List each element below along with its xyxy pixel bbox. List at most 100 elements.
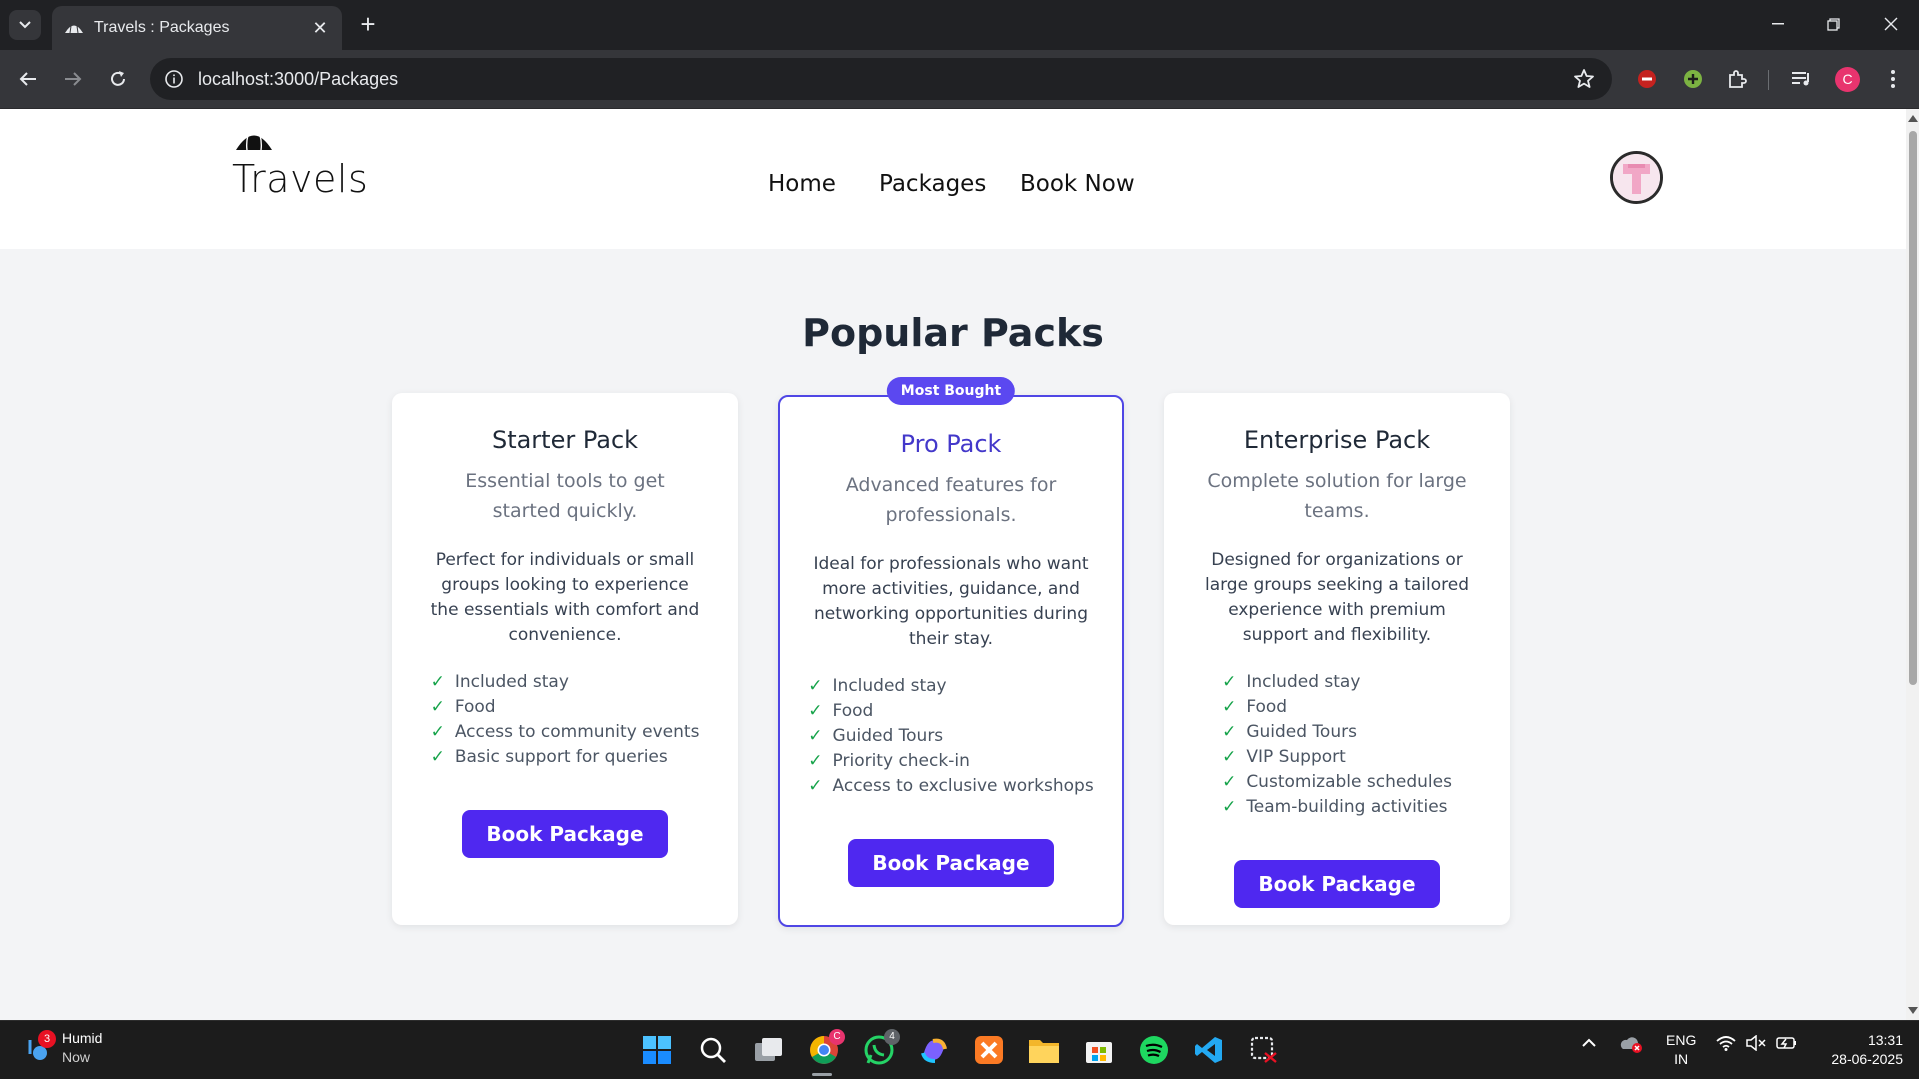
site-logo[interactable]: Travels bbox=[232, 129, 368, 209]
extensions-puzzle-icon[interactable] bbox=[1724, 66, 1750, 92]
windows-taskbar: 3 Humid Now C 4 ENG IN 13:31 28-06-2025 bbox=[0, 1020, 1919, 1079]
feature-item: ✓ Customizable schedules bbox=[1222, 772, 1452, 792]
search-icon[interactable] bbox=[696, 1033, 730, 1067]
task-view-icon[interactable] bbox=[752, 1033, 786, 1067]
onedrive-error-icon[interactable] bbox=[1619, 1035, 1643, 1056]
whatsapp-badge: 4 bbox=[884, 1029, 900, 1045]
package-card-starter: Starter Pack Essential tools to get star… bbox=[392, 393, 738, 925]
avatar-image bbox=[1613, 154, 1660, 201]
check-icon: ✓ bbox=[1222, 697, 1237, 717]
weather-widget[interactable]: 3 Humid Now bbox=[20, 1029, 102, 1067]
feature-item: ✓ Included stay bbox=[1222, 672, 1361, 692]
feature-item: ✓ Priority check-in bbox=[808, 751, 970, 771]
extension-blocker-icon[interactable] bbox=[1634, 66, 1660, 92]
check-icon: ✓ bbox=[430, 672, 445, 692]
toolbar-divider bbox=[1768, 70, 1769, 90]
battery-charging-icon[interactable] bbox=[1776, 1035, 1798, 1054]
clock-date: 28-06-2025 bbox=[1831, 1051, 1903, 1067]
scroll-down-arrow-icon[interactable] bbox=[1908, 1007, 1918, 1014]
check-icon: ✓ bbox=[808, 751, 823, 771]
card-title: Enterprise Pack bbox=[1243, 426, 1431, 454]
language-indicator[interactable]: ENG IN bbox=[1666, 1031, 1696, 1069]
keyboard-region: IN bbox=[1674, 1051, 1689, 1067]
page-scrollbar[interactable] bbox=[1906, 109, 1919, 1020]
scroll-thumb[interactable] bbox=[1909, 131, 1917, 685]
clock-time: 13:31 bbox=[1867, 1032, 1903, 1048]
section-title: Popular Packs bbox=[802, 311, 1104, 355]
chrome-profile-badge: C bbox=[829, 1029, 845, 1045]
wifi-icon[interactable] bbox=[1716, 1035, 1736, 1054]
nav-home[interactable]: Home bbox=[768, 171, 836, 197]
back-button[interactable] bbox=[11, 62, 45, 96]
vscode-icon[interactable] bbox=[1192, 1033, 1226, 1067]
file-explorer-icon[interactable] bbox=[1027, 1033, 1061, 1067]
card-subtitle: Advanced features for professionals. bbox=[845, 474, 1057, 526]
check-icon: ✓ bbox=[430, 747, 445, 767]
check-icon: ✓ bbox=[808, 776, 823, 796]
spotify-icon[interactable] bbox=[1137, 1033, 1171, 1067]
whatsapp-icon[interactable]: 4 bbox=[862, 1029, 900, 1067]
windows-start-icon[interactable] bbox=[640, 1033, 674, 1067]
tab-title: Travels : Packages bbox=[94, 19, 230, 36]
check-icon: ✓ bbox=[430, 722, 445, 742]
check-icon: ✓ bbox=[808, 726, 823, 746]
address-bar[interactable]: localhost:3000/Packages bbox=[150, 58, 1612, 100]
active-app-indicator bbox=[812, 1073, 832, 1076]
xampp-icon[interactable] bbox=[972, 1033, 1006, 1067]
weather-icon: 3 bbox=[20, 1030, 56, 1064]
card-subtitle: Essential tools to get started quickly. bbox=[465, 470, 665, 522]
volume-muted-icon[interactable] bbox=[1746, 1034, 1766, 1054]
profile-avatar[interactable]: C bbox=[1835, 67, 1860, 92]
browser-toolbar: localhost:3000/Packages C bbox=[0, 50, 1919, 109]
arrow-right-icon bbox=[65, 72, 82, 86]
chrome-taskbar-icon[interactable]: C bbox=[807, 1029, 845, 1067]
feature-item: ✓ Food bbox=[1222, 697, 1288, 717]
new-tab-button[interactable]: + bbox=[352, 10, 384, 40]
book-package-button[interactable]: Book Package bbox=[1234, 860, 1440, 908]
check-icon: ✓ bbox=[1222, 722, 1237, 742]
bookmark-star-icon[interactable] bbox=[1572, 67, 1596, 91]
close-tab-icon[interactable]: ✕ bbox=[310, 18, 330, 39]
feature-item: ✓ Guided Tours bbox=[808, 726, 944, 746]
forward-button[interactable] bbox=[56, 62, 90, 96]
nav-book-now[interactable]: Book Now bbox=[1020, 171, 1135, 197]
check-icon: ✓ bbox=[1222, 797, 1237, 817]
user-avatar[interactable] bbox=[1610, 151, 1663, 204]
microsoft-store-icon[interactable] bbox=[1082, 1033, 1116, 1067]
check-icon: ✓ bbox=[808, 676, 823, 696]
extension-green-icon[interactable] bbox=[1680, 66, 1706, 92]
minimize-button[interactable] bbox=[1758, 8, 1798, 40]
card-description: Ideal for professionals who want more ac… bbox=[813, 554, 1089, 649]
chevron-down-icon bbox=[19, 21, 31, 29]
card-description: Perfect for individuals or small groups … bbox=[430, 550, 700, 645]
book-package-button[interactable]: Book Package bbox=[462, 810, 668, 858]
snipping-tool-icon[interactable] bbox=[1247, 1033, 1281, 1067]
feature-list: ✓ Included stay ✓ Food ✓ Guided Tours ✓ Prio… bbox=[808, 674, 1093, 799]
copilot-icon[interactable] bbox=[917, 1033, 951, 1067]
site-info-icon[interactable] bbox=[164, 69, 184, 89]
scroll-up-arrow-icon[interactable] bbox=[1908, 115, 1918, 122]
system-clock[interactable]: 13:31 28-06-2025 bbox=[1813, 1031, 1903, 1069]
close-window-button[interactable] bbox=[1871, 8, 1911, 40]
weather-badge: 3 bbox=[38, 1030, 56, 1048]
more-menu-icon[interactable] bbox=[1880, 66, 1906, 92]
feature-item: ✓ Team-building activities bbox=[1222, 797, 1448, 817]
feature-item: ✓ Included stay bbox=[430, 672, 569, 692]
logo-text: Travels bbox=[232, 157, 369, 201]
nav-packages[interactable]: Packages bbox=[879, 171, 986, 197]
book-package-button[interactable]: Book Package bbox=[848, 839, 1054, 887]
feature-item: ✓ Guided Tours bbox=[1222, 722, 1357, 742]
browser-tab[interactable]: Travels : Packages ✕ bbox=[52, 6, 342, 50]
card-description: Designed for organizations or large grou… bbox=[1204, 550, 1470, 645]
restore-button[interactable] bbox=[1813, 8, 1853, 40]
weather-time: Now bbox=[62, 1049, 91, 1065]
package-card-enterprise: Enterprise Pack Complete solution for la… bbox=[1164, 393, 1510, 925]
umbrella-icon bbox=[236, 134, 272, 151]
card-title: Starter Pack bbox=[491, 426, 639, 454]
tab-search-button[interactable] bbox=[9, 10, 41, 40]
media-queue-icon[interactable] bbox=[1788, 66, 1814, 92]
tray-overflow-chevron-icon[interactable] bbox=[1581, 1035, 1597, 1051]
feature-item: ✓ Basic support for queries bbox=[430, 747, 668, 767]
reload-button[interactable] bbox=[101, 62, 135, 96]
reload-icon bbox=[111, 71, 125, 86]
